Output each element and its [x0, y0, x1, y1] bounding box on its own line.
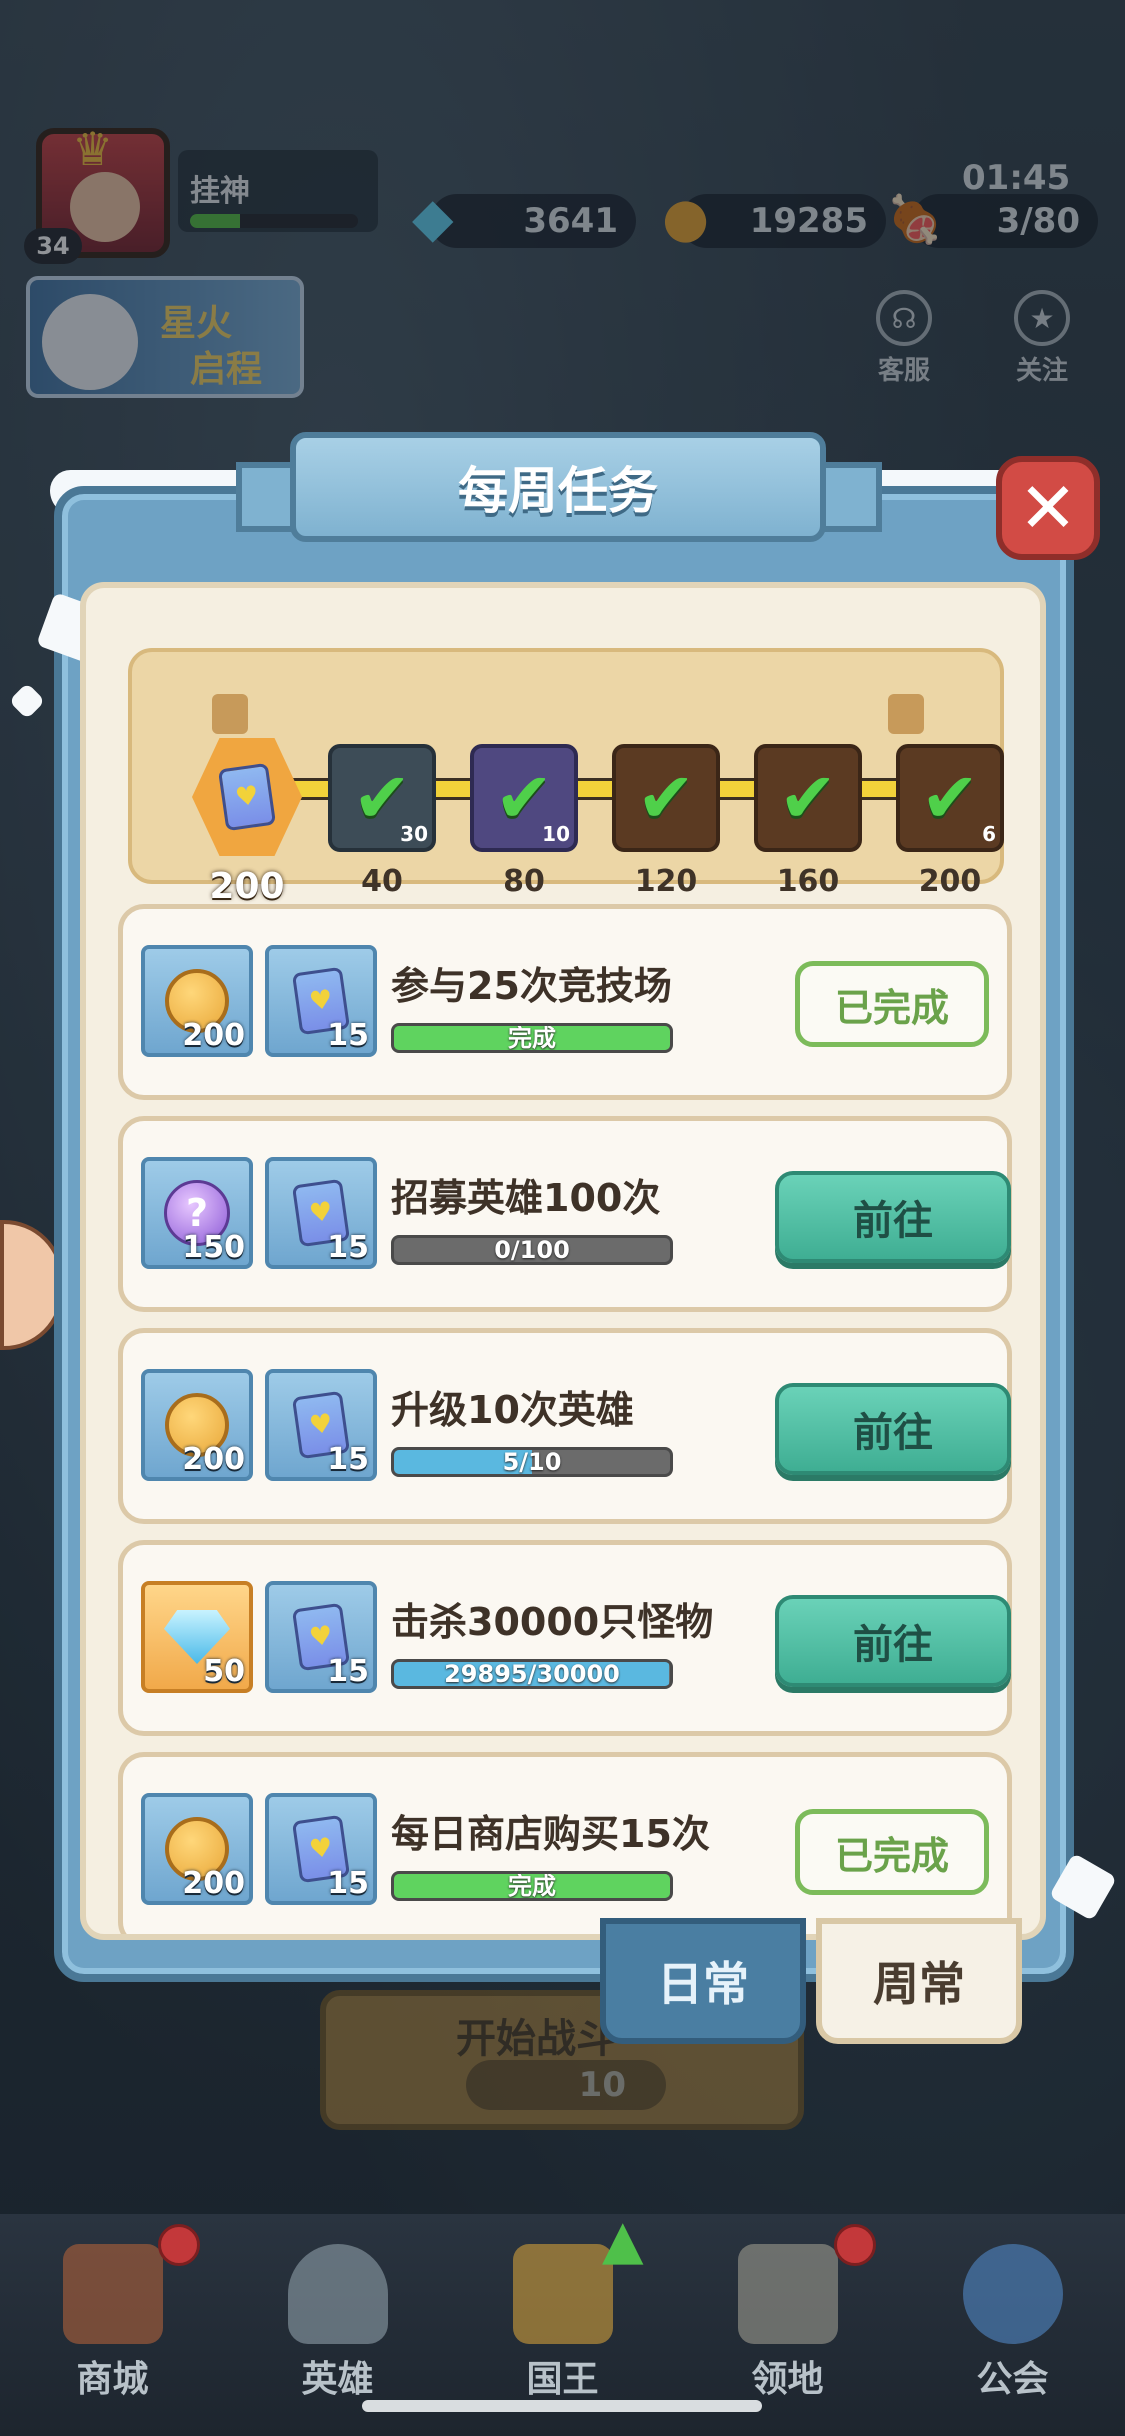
- nav-label: 公会: [976, 2359, 1049, 2400]
- task-title: 击杀30000只怪物: [391, 1600, 714, 1644]
- completed-button[interactable]: 已完成: [795, 961, 989, 1047]
- task-progress-bar: 5/10: [391, 1447, 673, 1477]
- board-peg: [888, 694, 924, 734]
- nav-label: 英雄: [301, 2359, 374, 2400]
- reward-qty: 200: [182, 1018, 245, 1053]
- check-icon: ✔: [920, 757, 980, 839]
- nav-guild[interactable]: 公会: [900, 2214, 1125, 2436]
- milestone-chest[interactable]: ✔ 30: [328, 744, 436, 852]
- task-progress-bar: 完成: [391, 1871, 673, 1901]
- go-button[interactable]: 前往: [775, 1171, 1011, 1263]
- reward-qty: 50: [203, 1654, 245, 1689]
- notification-badge: [158, 2224, 200, 2266]
- reward-qty: 200: [182, 1442, 245, 1477]
- task-row: 200 ♥ 15 每日商店购买15次 完成 已完成: [118, 1752, 1012, 1934]
- current-points-badge: ♥: [192, 738, 302, 856]
- modal-title: 每周任务: [290, 432, 826, 542]
- crown-icon: [512, 2244, 613, 2344]
- go-button[interactable]: 前往: [775, 1383, 1011, 1475]
- weekly-progress-board: ♥ 200 ✔ 30 40 ✔ 10 80 ✔ 120 ✔ 160 ✔ 6 20…: [128, 648, 1004, 907]
- hero-helmet-icon: [287, 2244, 388, 2344]
- reward-diamond[interactable]: 50: [141, 1581, 253, 1693]
- task-title: 升级10次英雄: [391, 1388, 634, 1432]
- nav-label: 国王: [526, 2359, 599, 2400]
- reward-qty: 15: [327, 1442, 369, 1477]
- milestone-label: 80: [503, 864, 545, 899]
- reward-gold[interactable]: 200: [141, 1793, 253, 1905]
- reward-hero-card[interactable]: ♥ 15: [265, 1793, 377, 1905]
- milestone-count: 10: [542, 822, 570, 846]
- castle-icon: [737, 2244, 838, 2344]
- milestone-chest[interactable]: ✔: [754, 744, 862, 852]
- task-progress-text: 完成: [508, 1024, 556, 1052]
- reward-gold[interactable]: 200: [141, 1369, 253, 1481]
- milestone-chest[interactable]: ✔ 6: [896, 744, 1004, 852]
- hero-card-icon: ♥: [217, 762, 277, 832]
- reward-hero-card[interactable]: ♥ 15: [265, 1157, 377, 1269]
- task-title: 参与25次竞技场: [391, 964, 672, 1008]
- milestone-count: 30: [400, 822, 428, 846]
- nav-label: 商城: [76, 2359, 149, 2400]
- completed-button[interactable]: 已完成: [795, 1809, 989, 1895]
- shop-icon: [62, 2244, 163, 2344]
- home-indicator[interactable]: [362, 2400, 762, 2412]
- reward-qty: 15: [327, 1654, 369, 1689]
- milestone-label: 200: [918, 864, 982, 899]
- milestone-chest[interactable]: ✔: [612, 744, 720, 852]
- task-title: 每日商店购买15次: [391, 1812, 710, 1856]
- notification-badge: [834, 2224, 876, 2266]
- tab-daily[interactable]: 日常: [600, 1918, 806, 2044]
- reward-qty: 15: [327, 1866, 369, 1901]
- reward-hero-card[interactable]: ♥ 15: [265, 1581, 377, 1693]
- reward-mystery-orb[interactable]: ? 150: [141, 1157, 253, 1269]
- milestone-label: 40: [361, 864, 403, 899]
- check-icon: ✔: [778, 757, 838, 839]
- check-icon: ✔: [636, 757, 696, 839]
- reward-qty: 15: [327, 1230, 369, 1265]
- reward-qty: 200: [182, 1866, 245, 1901]
- board-peg: [212, 694, 248, 734]
- planet-icon: [962, 2244, 1063, 2344]
- upgrade-arrow-icon: ▲: [602, 2208, 644, 2271]
- task-row: ? 150 ♥ 15 招募英雄100次 0/100 前往: [118, 1116, 1012, 1312]
- current-points-value: 200: [209, 866, 285, 907]
- task-progress-text: 29895/30000: [444, 1660, 620, 1688]
- task-title: 招募英雄100次: [391, 1176, 661, 1220]
- task-panel: ♥ 200 ✔ 30 40 ✔ 10 80 ✔ 120 ✔ 160 ✔ 6 20…: [80, 582, 1046, 1940]
- task-progress-bar: 完成: [391, 1023, 673, 1053]
- reward-gold[interactable]: 200: [141, 945, 253, 1057]
- close-button[interactable]: ✕: [996, 456, 1100, 560]
- milestone-label: 120: [634, 864, 698, 899]
- nav-label: 领地: [751, 2359, 824, 2400]
- task-progress-text: 0/100: [494, 1236, 570, 1264]
- task-progress-text: 5/10: [502, 1448, 562, 1476]
- task-row: 200 ♥ 15 参与25次竞技场 完成 已完成: [118, 904, 1012, 1100]
- go-button[interactable]: 前往: [775, 1595, 1011, 1687]
- task-progress-text: 完成: [508, 1872, 556, 1900]
- task-row: 50 ♥ 15 击杀30000只怪物 29895/30000 前往: [118, 1540, 1012, 1736]
- task-progress-bar: 29895/30000: [391, 1659, 673, 1689]
- reward-hero-card[interactable]: ♥ 15: [265, 1369, 377, 1481]
- close-icon: ✕: [1018, 467, 1078, 549]
- task-row: 200 ♥ 15 升级10次英雄 5/10 前往: [118, 1328, 1012, 1524]
- milestone-label: 160: [776, 864, 840, 899]
- tab-weekly[interactable]: 周常: [816, 1918, 1022, 2044]
- reward-qty: 150: [182, 1230, 245, 1265]
- task-progress-bar: 0/100: [391, 1235, 673, 1265]
- milestone-chest[interactable]: ✔ 10: [470, 744, 578, 852]
- milestone-count: 6: [982, 822, 996, 846]
- reward-hero-card[interactable]: ♥ 15: [265, 945, 377, 1057]
- reward-qty: 15: [327, 1018, 369, 1053]
